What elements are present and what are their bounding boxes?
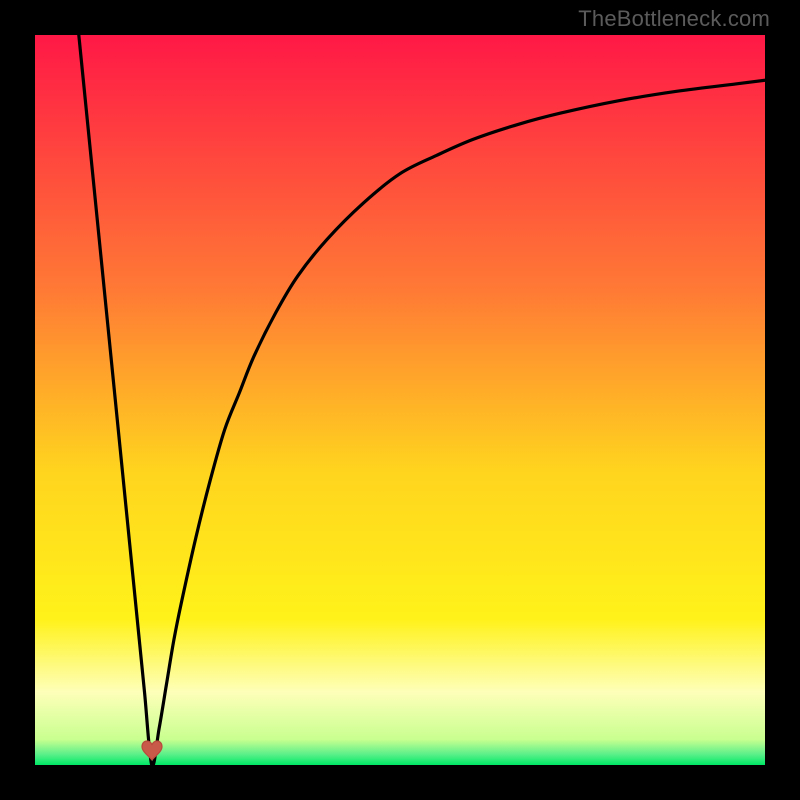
watermark-text: TheBottleneck.com <box>578 6 770 32</box>
bottleneck-curve <box>35 35 765 765</box>
plot-area <box>35 35 765 765</box>
heart-marker-icon <box>138 738 166 762</box>
chart-frame: TheBottleneck.com <box>0 0 800 800</box>
